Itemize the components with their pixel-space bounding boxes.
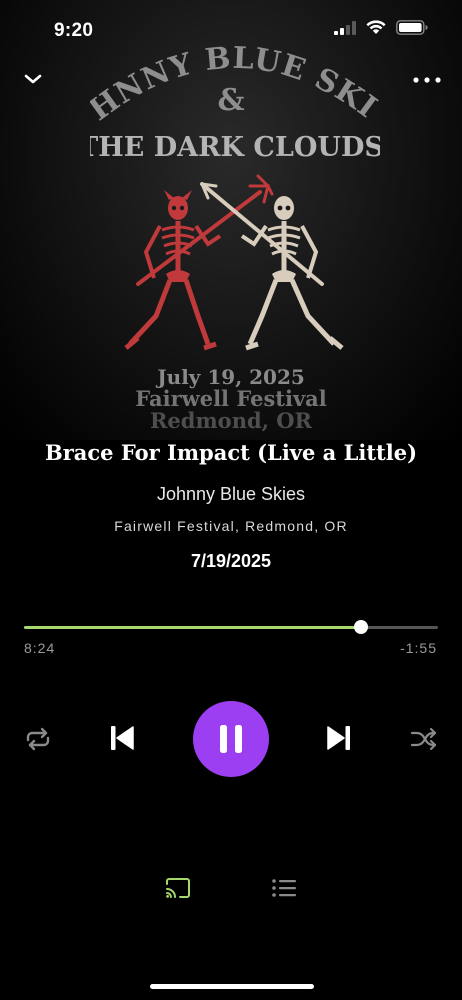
- status-time: 9:20: [54, 20, 94, 41]
- album-band-ampersand: &: [217, 83, 244, 118]
- shuffle-icon: [410, 727, 437, 751]
- pause-button[interactable]: [193, 701, 269, 777]
- collapse-button[interactable]: [20, 66, 46, 92]
- progress-thumb[interactable]: [354, 620, 369, 634]
- more-options-button[interactable]: [412, 70, 442, 90]
- repeat-icon: [26, 727, 50, 751]
- previous-button[interactable]: [106, 722, 138, 754]
- skip-next-icon: [327, 726, 350, 750]
- progress-fill: [24, 626, 362, 629]
- next-button[interactable]: [323, 722, 355, 754]
- album-band-line2: THE DARK CLOUDS: [90, 132, 380, 163]
- shuffle-button[interactable]: [408, 724, 440, 754]
- home-indicator[interactable]: [150, 984, 314, 989]
- progress-slider[interactable]: [24, 620, 438, 634]
- bone-skeleton: [240, 196, 344, 351]
- queue-button[interactable]: [270, 875, 298, 901]
- cast-button[interactable]: [164, 875, 192, 901]
- chevron-down-icon: [24, 74, 42, 84]
- artist-name[interactable]: Johnny Blue Skies: [0, 484, 462, 505]
- queue-list-icon: [272, 879, 296, 897]
- venue-location: Fairwell Festival, Redmond, OR: [114, 518, 348, 534]
- time-elapsed: 8:24: [24, 640, 56, 656]
- more-icon: [413, 77, 441, 83]
- repeat-button[interactable]: [22, 724, 54, 754]
- skip-previous-icon: [111, 726, 134, 750]
- battery-icon: [396, 20, 428, 35]
- album-art: JOHNNY BLUE SKIES & THE DARK CLOUDS: [90, 26, 380, 433]
- show-date: 7/19/2025: [190, 551, 272, 571]
- devil-skeleton: [124, 190, 222, 351]
- album-poster-location: Redmond, OR: [150, 408, 313, 433]
- pause-icon: [220, 725, 242, 753]
- cast-icon: [166, 878, 190, 898]
- track-title: Brace For Impact (Live a Little): [44, 440, 418, 465]
- time-remaining: -1:55: [400, 640, 437, 656]
